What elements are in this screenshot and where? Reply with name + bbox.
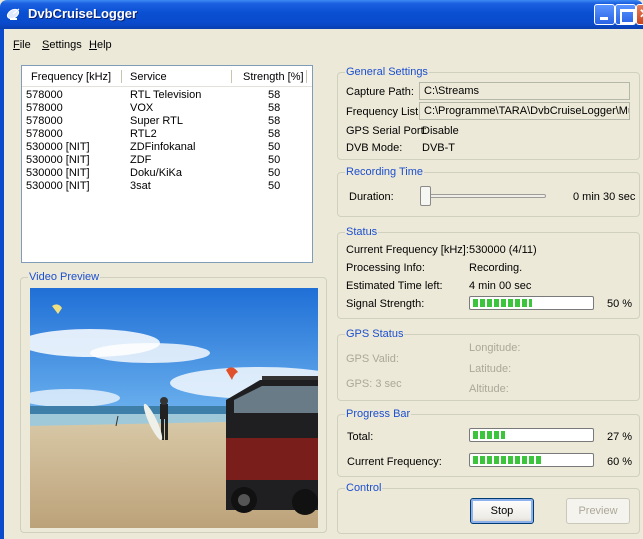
- strength-cell: 50: [268, 154, 281, 166]
- status-title: Status: [345, 226, 379, 238]
- gps-valid-label: GPS Valid:: [346, 353, 399, 365]
- satellite-dish-icon: [6, 8, 20, 20]
- window-frame: [0, 29, 4, 539]
- frequency-cell: 530000 [NIT]: [26, 180, 90, 192]
- longitude-label: Longitude:: [469, 342, 521, 354]
- general-settings-title: General Settings: [345, 66, 429, 78]
- current-frequency-progress-bar: [469, 453, 594, 467]
- control-title: Control: [345, 482, 383, 494]
- signal-strength-value: 50 %: [607, 298, 633, 310]
- title-bar[interactable]: DvbCruiseLogger: [0, 0, 643, 29]
- maximize-button[interactable]: [615, 4, 636, 25]
- strength-cell: 50: [268, 180, 281, 192]
- processing-info-value: Recording.: [469, 262, 523, 274]
- menu-help[interactable]: Help: [89, 39, 112, 51]
- duration-slider-thumb[interactable]: [420, 186, 431, 206]
- current-frequency-value: 530000 (4/11): [469, 244, 537, 256]
- frequency-list-label: Frequency List:: [346, 106, 422, 118]
- window-title: DvbCruiseLogger: [28, 6, 138, 21]
- gps-serial-port-label: GPS Serial Port:: [346, 125, 427, 137]
- list-row[interactable]: 578000 RTL2 58: [22, 128, 312, 141]
- frequency-cell: 578000: [26, 89, 63, 101]
- list-row[interactable]: 530000 [NIT] Doku/KiKa 50: [22, 167, 312, 180]
- strength-cell: 58: [268, 102, 281, 114]
- service-cell: ZDFinfokanal: [130, 141, 196, 153]
- strength-cell: 58: [268, 115, 281, 127]
- service-cell: ZDF: [130, 154, 152, 166]
- total-progress-fill: [473, 431, 505, 439]
- stop-button[interactable]: Stop: [470, 498, 534, 524]
- service-cell: RTL2: [130, 128, 157, 140]
- service-list[interactable]: Frequency [kHz] Service Strength [%] 578…: [21, 65, 313, 263]
- column-divider[interactable]: [231, 70, 232, 83]
- total-progress-label: Total:: [347, 431, 374, 443]
- menu-settings[interactable]: Settings: [42, 39, 82, 51]
- close-button[interactable]: [636, 4, 643, 25]
- dvb-mode-value: DVB-T: [422, 142, 455, 154]
- column-divider[interactable]: [121, 70, 122, 83]
- column-service[interactable]: Service: [130, 71, 167, 83]
- frequency-list-field[interactable]: C:\Programme\TARA\DvbCruiseLogger\Munich…: [419, 102, 630, 120]
- current-frequency-progress-value: 60 %: [607, 456, 633, 468]
- minimize-button[interactable]: [594, 4, 615, 25]
- frequency-cell: 530000 [NIT]: [26, 141, 90, 153]
- list-row[interactable]: 578000 VOX 58: [22, 102, 312, 115]
- list-row[interactable]: 530000 [NIT] ZDF 50: [22, 154, 312, 167]
- capture-path-field[interactable]: C:\Streams: [419, 82, 630, 100]
- gps-status-title: GPS Status: [345, 328, 405, 340]
- altitude-label: Altitude:: [469, 383, 509, 395]
- service-cell: Super RTL: [130, 115, 183, 127]
- column-frequency[interactable]: Frequency [kHz]: [31, 71, 111, 83]
- frequency-cell: 530000 [NIT]: [26, 167, 90, 179]
- menu-bar: File Settings Help: [0, 37, 643, 55]
- list-row[interactable]: 530000 [NIT] ZDFinfokanal 50: [22, 141, 312, 154]
- time-left-value: 4 min 00 sec: [469, 280, 532, 292]
- signal-strength-bar: [469, 296, 594, 310]
- current-frequency-progress-label: Current Frequency:: [347, 456, 442, 468]
- gps-serial-port-value: Disable: [422, 125, 459, 137]
- signal-strength-fill: [473, 299, 532, 307]
- strength-cell: 50: [268, 167, 281, 179]
- progress-bar-title: Progress Bar: [345, 408, 412, 420]
- video-preview-title: Video Preview: [28, 271, 101, 283]
- strength-cell: 50: [268, 141, 281, 153]
- frequency-cell: 578000: [26, 128, 63, 140]
- duration-value: 0 min 30 sec: [573, 191, 636, 203]
- service-cell: 3sat: [130, 180, 151, 192]
- gps-time-label: GPS: 3 sec: [346, 378, 402, 390]
- service-cell: Doku/KiKa: [130, 167, 182, 179]
- duration-label: Duration:: [349, 191, 394, 203]
- frequency-cell: 578000: [26, 102, 63, 114]
- total-progress-value: 27 %: [607, 431, 633, 443]
- list-header: Frequency [kHz] Service Strength [%]: [22, 66, 312, 87]
- list-row[interactable]: 530000 [NIT] 3sat 50: [22, 180, 312, 193]
- recording-time-title: Recording Time: [345, 166, 425, 178]
- total-progress-bar: [469, 428, 594, 442]
- latitude-label: Latitude:: [469, 363, 512, 375]
- service-cell: VOX: [130, 102, 154, 114]
- column-divider[interactable]: [306, 70, 307, 83]
- current-frequency-label: Current Frequency [kHz]:: [346, 244, 469, 256]
- time-left-label: Estimated Time left:: [346, 280, 443, 292]
- capture-path-label: Capture Path:: [346, 86, 414, 98]
- frequency-cell: 530000 [NIT]: [26, 154, 90, 166]
- signal-strength-label: Signal Strength:: [346, 298, 425, 310]
- dvb-mode-label: DVB Mode:: [346, 142, 403, 154]
- processing-info-label: Processing Info:: [346, 262, 425, 274]
- strength-cell: 58: [268, 128, 281, 140]
- column-strength[interactable]: Strength [%]: [243, 71, 304, 83]
- current-frequency-progress-fill: [473, 456, 543, 464]
- menu-file[interactable]: File: [13, 39, 31, 51]
- service-cell: RTL Television: [130, 89, 202, 101]
- list-row[interactable]: 578000 RTL Television 58: [22, 89, 312, 102]
- list-row[interactable]: 578000 Super RTL 58: [22, 115, 312, 128]
- duration-slider-track[interactable]: [420, 194, 546, 198]
- video-preview-image: [30, 288, 318, 528]
- strength-cell: 58: [268, 89, 281, 101]
- preview-button[interactable]: Preview: [566, 498, 630, 524]
- frequency-cell: 578000: [26, 115, 63, 127]
